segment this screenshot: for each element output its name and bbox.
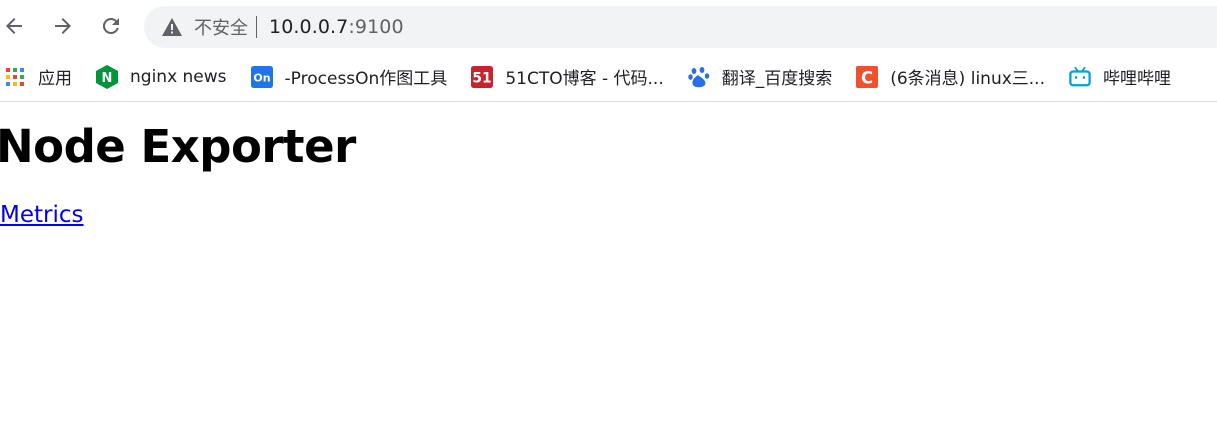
- url-text[interactable]: 10.0.0.7:9100: [269, 16, 404, 38]
- bookmark-label: 51CTO博客 - 代码...: [505, 69, 664, 89]
- nginx-icon-letter: N: [102, 71, 113, 86]
- bookmark-bilibili[interactable]: 哔哩哔哩: [1069, 64, 1171, 89]
- arrow-right-icon: [55, 18, 71, 34]
- baidu-paw-icon: [688, 66, 710, 88]
- csdn-icon-letter: C: [861, 68, 873, 87]
- bookmark-label: 翻译_百度搜索: [721, 69, 833, 89]
- processon-icon: On: [250, 65, 273, 88]
- forward-button[interactable]: [45, 8, 81, 44]
- page-title: Node Exporter: [0, 120, 356, 173]
- bookmark-nginx-news[interactable]: N nginx news: [96, 64, 227, 89]
- reload-icon: [102, 17, 119, 34]
- back-button[interactable]: [0, 8, 32, 44]
- bookmark-processon[interactable]: On -ProcessOn作图工具: [250, 64, 448, 89]
- arrow-left-icon: [6, 18, 22, 34]
- page-content: Node Exporter Metrics: [0, 118, 1217, 228]
- bookmarks-bar: 应用 N nginx news On -ProcessOn作图工具 51 51C…: [0, 52, 1217, 101]
- browser-chrome: 不安全 10.0.0.7:9100 应用 N nginx news On -Pr…: [0, 0, 1217, 102]
- bilibili-tv-icon: [1069, 66, 1091, 88]
- bookmark-label: nginx news: [130, 66, 227, 87]
- metrics-link[interactable]: Metrics: [0, 202, 84, 228]
- processon-icon-text: On: [253, 71, 270, 84]
- bookmark-label: (6条消息) linux三...: [890, 69, 1045, 89]
- reload-button[interactable]: [93, 8, 129, 44]
- apps-grid-icon: [4, 66, 26, 88]
- bookmark-apps[interactable]: 应用: [4, 64, 72, 89]
- 51cto-icon: 51: [471, 65, 494, 88]
- 51cto-icon-text: 51: [473, 70, 492, 86]
- csdn-c-icon: C: [856, 65, 879, 88]
- url-port: :9100: [348, 16, 404, 38]
- bookmark-51cto[interactable]: 51 51CTO博客 - 代码...: [471, 64, 664, 89]
- browser-toolbar: 不安全 10.0.0.7:9100: [0, 0, 1217, 52]
- address-bar[interactable]: 不安全 10.0.0.7:9100: [144, 6, 1217, 48]
- bookmark-csdn[interactable]: C (6条消息) linux三...: [856, 64, 1045, 89]
- nginx-icon: N: [96, 64, 118, 89]
- not-secure-label[interactable]: 不安全: [194, 14, 248, 40]
- warning-triangle-icon[interactable]: [162, 17, 182, 37]
- omnibox-divider: [256, 16, 257, 38]
- bookmark-baidu-translate[interactable]: 翻译_百度搜索: [688, 64, 833, 89]
- url-host: 10.0.0.7: [269, 16, 349, 38]
- bookmark-label: 应用: [38, 69, 72, 89]
- bookmark-label: 哔哩哔哩: [1103, 69, 1171, 89]
- bookmark-label: -ProcessOn作图工具: [284, 69, 448, 89]
